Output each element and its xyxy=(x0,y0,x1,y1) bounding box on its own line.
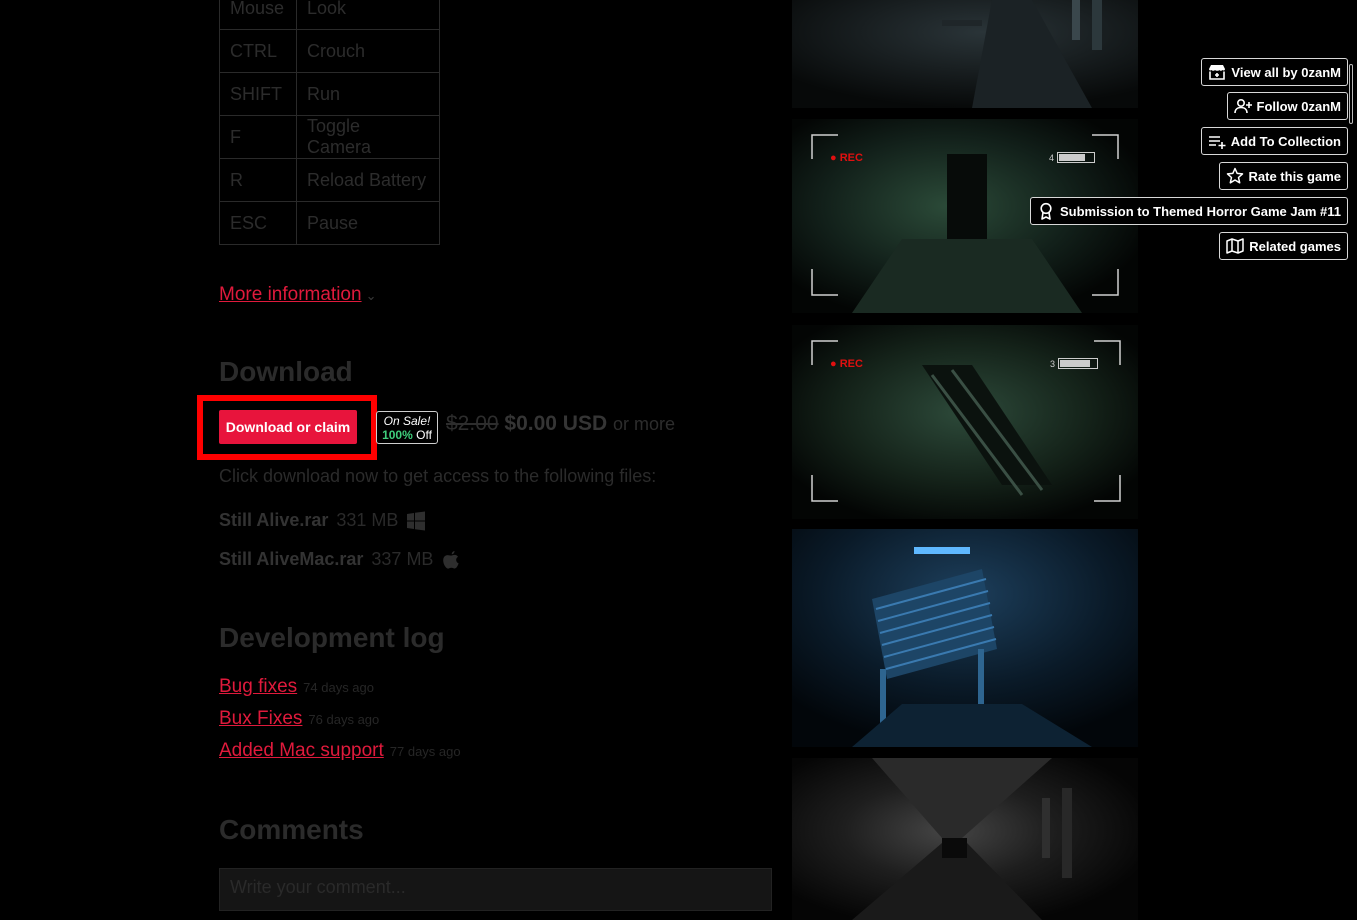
control-action: Pause xyxy=(296,201,440,245)
battery-level: 3 xyxy=(1050,358,1056,369)
sale-badge-title: On Sale! xyxy=(383,414,431,428)
file-name: Still AliveMac.rar xyxy=(219,549,364,569)
rate-game-label: Rate this game xyxy=(1248,168,1341,184)
comments-heading: Comments xyxy=(219,814,364,845)
rec-label: REC xyxy=(839,152,863,164)
itchio-icon xyxy=(1209,65,1226,80)
more-information-link[interactable]: More information ⌄ xyxy=(219,284,376,306)
screenshot[interactable]: ● REC 3 xyxy=(792,325,1138,519)
control-key: R xyxy=(219,158,297,202)
devlog-date: 74 days ago xyxy=(303,680,374,695)
control-action: Run xyxy=(296,72,440,116)
apple-icon xyxy=(443,550,460,569)
jam-submission-label: Submission to Themed Horror Game Jam #11 xyxy=(1059,203,1341,219)
sale-price: $0.00 USD xyxy=(504,412,608,435)
related-games-label: Related games xyxy=(1249,238,1341,254)
award-icon xyxy=(1040,202,1052,220)
devlog-date: 77 days ago xyxy=(389,744,461,759)
file-row: Still Alive.rar 331 MB xyxy=(219,510,426,531)
scrollbar-thumb[interactable] xyxy=(1349,64,1353,124)
list-item: Bug fixes 74 days ago xyxy=(219,676,374,698)
file-name: Still Alive.rar xyxy=(219,510,329,530)
rate-game-button[interactable]: Rate this game xyxy=(1218,162,1348,190)
rec-label: REC xyxy=(839,358,863,370)
devlog-heading: Development log xyxy=(219,622,445,653)
table-row: R Reload Battery xyxy=(219,158,440,202)
control-action: Reload Battery xyxy=(296,158,440,202)
comment-input[interactable]: Write your comment... xyxy=(219,868,772,911)
devlog-link[interactable]: Added Mac support xyxy=(219,740,384,761)
chevron-down-icon: ⌄ xyxy=(365,288,377,303)
sale-percent: 100% xyxy=(382,428,413,442)
table-row: F Toggle Camera xyxy=(219,115,440,159)
follow-button[interactable]: Follow 0zanM xyxy=(1226,92,1348,120)
devlog-date: 76 days ago xyxy=(308,712,380,727)
control-key: ESC xyxy=(219,201,297,245)
windows-icon xyxy=(407,511,426,530)
battery-indicator: 4 xyxy=(1049,152,1096,163)
screenshot[interactable] xyxy=(792,529,1138,747)
sale-badge: On Sale! 100% Off xyxy=(376,411,438,444)
map-icon xyxy=(1226,238,1244,254)
battery-level: 4 xyxy=(1049,152,1055,163)
add-to-collection-button[interactable]: Add To Collection xyxy=(1200,127,1348,155)
control-action: Look xyxy=(296,0,440,30)
control-key: SHIFT xyxy=(219,72,297,116)
download-button[interactable]: Download or claim xyxy=(219,410,357,444)
sale-off: Off xyxy=(416,428,432,442)
battery-icon xyxy=(1057,152,1096,163)
add-user-icon xyxy=(1233,98,1252,114)
scrollbar[interactable] xyxy=(1349,64,1355,124)
more-information-label: More information xyxy=(219,284,362,305)
devlog-link[interactable]: Bux Fixes xyxy=(219,708,302,729)
download-heading: Download xyxy=(219,356,353,387)
add-to-collection-label: Add To Collection xyxy=(1230,133,1341,149)
control-key: CTRL xyxy=(219,29,297,73)
table-row: ESC Pause xyxy=(219,201,440,245)
related-games-button[interactable]: Related games xyxy=(1219,232,1348,260)
star-icon xyxy=(1226,167,1243,184)
control-action: Crouch xyxy=(296,29,440,73)
view-all-button[interactable]: View all by 0zanM xyxy=(1201,58,1348,86)
file-row: Still AliveMac.rar 337 MB xyxy=(219,549,461,570)
list-item: Added Mac support 77 days ago xyxy=(219,740,461,762)
controls-table: Mouse Look CTRL Crouch SHIFT Run F Toggle Ca… xyxy=(219,0,440,245)
file-size: 337 MB xyxy=(371,549,434,569)
download-instructions: Click download now to get access to the … xyxy=(219,466,657,486)
control-key: F xyxy=(219,115,297,159)
control-action: Toggle Camera xyxy=(296,115,440,159)
file-size: 331 MB xyxy=(336,510,399,530)
follow-label: Follow 0zanM xyxy=(1256,98,1342,114)
rec-indicator: ● REC xyxy=(830,358,863,370)
battery-icon xyxy=(1058,358,1099,369)
original-price: $2.00 xyxy=(446,412,499,435)
devlog-link[interactable]: Bug fixes xyxy=(219,676,297,697)
list-item: Bux Fixes 76 days ago xyxy=(219,708,379,730)
or-more-text: or more xyxy=(612,414,675,434)
view-all-label: View all by 0zanM xyxy=(1231,64,1341,80)
price-line: $2.00 $0.00 USD or more xyxy=(446,412,675,436)
jam-submission-button[interactable]: Submission to Themed Horror Game Jam #11 xyxy=(1029,197,1348,225)
table-row: SHIFT Run xyxy=(219,72,440,116)
rec-indicator: ● REC xyxy=(830,152,863,164)
battery-indicator: 3 xyxy=(1050,358,1099,369)
table-row: Mouse Look xyxy=(219,0,440,30)
control-key: Mouse xyxy=(219,0,297,30)
screenshot[interactable] xyxy=(792,0,1138,108)
screenshot[interactable] xyxy=(792,758,1138,920)
add-list-icon xyxy=(1208,136,1226,149)
table-row: CTRL Crouch xyxy=(219,29,440,73)
